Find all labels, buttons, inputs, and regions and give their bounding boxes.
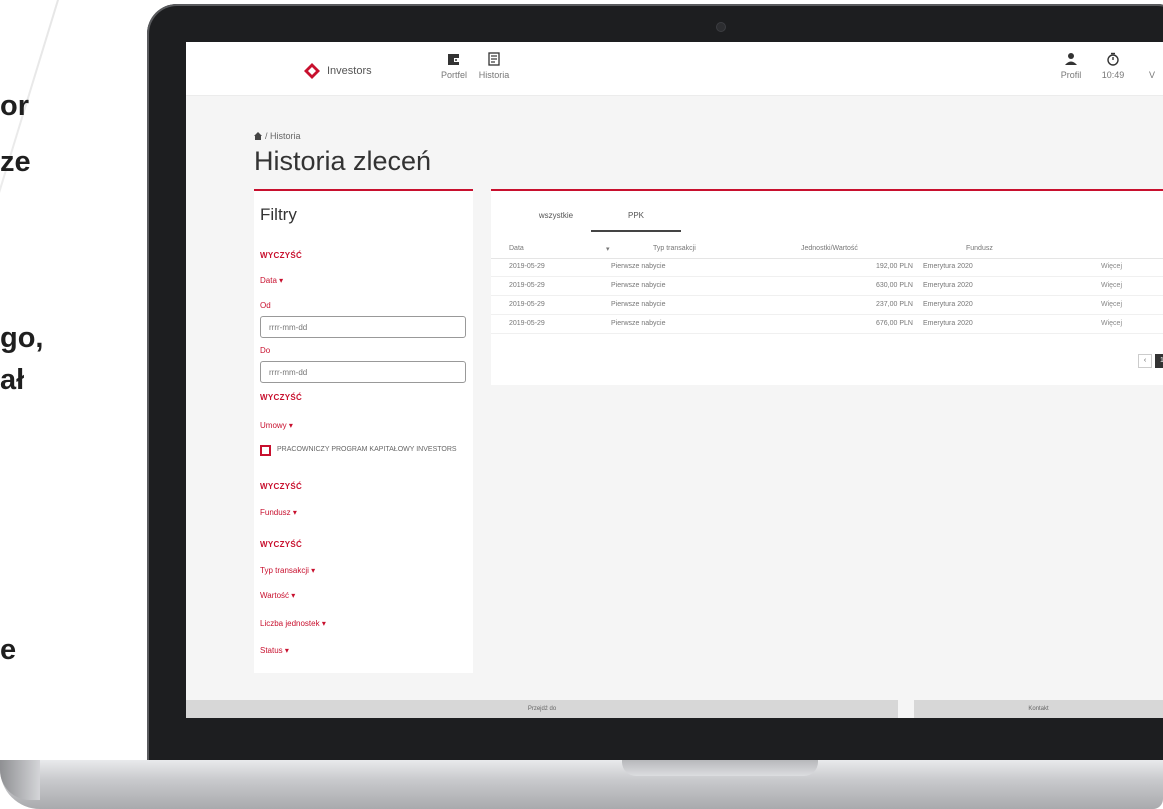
tab-ppk[interactable]: PPK	[591, 211, 681, 232]
row-fund: Emerytura 2020	[923, 320, 973, 327]
column-fund[interactable]: Fundusz	[966, 245, 993, 252]
row-type: Pierwsze nabycie	[611, 263, 666, 270]
laptop-notch	[622, 760, 818, 776]
page: { "side_text": { "line1": "or", "line2":…	[0, 0, 1163, 809]
row-fund: Emerytura 2020	[923, 301, 973, 308]
wallet-icon	[448, 54, 460, 65]
footer-contact[interactable]: Kontakt	[914, 700, 1163, 718]
profile-button[interactable]: Profil	[1056, 52, 1086, 80]
agreements-filter-toggle[interactable]: Umowy ▾	[260, 421, 293, 430]
row-type: Pierwsze nabycie	[611, 301, 666, 308]
units-filter-toggle[interactable]: Liczba jednostek ▾	[260, 619, 326, 628]
breadcrumb-current: / Historia	[265, 131, 301, 141]
row-date: 2019-05-29	[509, 282, 545, 289]
slide-text-line-2: ze	[0, 146, 31, 178]
row-date: 2019-05-29	[509, 320, 545, 327]
profile-label: Profil	[1060, 70, 1082, 80]
agreement-checkbox-label: PRACOWNICZY PROGRAM KAPITAŁOWY INVESTORS	[277, 446, 457, 453]
logo[interactable]: Investors	[303, 62, 372, 80]
nav-item-label: Historia	[478, 70, 510, 80]
table-row: 2019-05-29 Pierwsze nabycie 192,00 PLN E…	[491, 259, 1163, 277]
row-value: 630,00 PLN	[876, 282, 913, 289]
logo-text: Investors	[327, 65, 372, 77]
column-date[interactable]: Data	[509, 245, 524, 252]
date-to-input[interactable]	[260, 361, 466, 383]
laptop-base	[0, 760, 1163, 809]
filters-title: Filtry	[260, 205, 297, 224]
clear-agreements-button[interactable]: WYCZYŚĆ	[260, 482, 302, 491]
slide-text-line-4: ał	[0, 364, 25, 396]
clear-filters-button[interactable]: WYCZYŚĆ	[260, 251, 302, 260]
slide-text-line-3: go,	[0, 322, 44, 354]
pagination: ‹ 1	[1138, 354, 1163, 368]
logout-button[interactable]: V	[1142, 70, 1162, 80]
sort-icon[interactable]: ▾	[606, 245, 610, 253]
date-filter-toggle[interactable]: Data ▾	[260, 276, 283, 285]
row-fund: Emerytura 2020	[923, 263, 973, 270]
filters-panel: Filtry WYCZYŚĆ Data ▾ Od Do WYCZYŚĆ Umow…	[254, 189, 473, 673]
agreement-checkbox[interactable]	[260, 445, 271, 456]
timer-label: 10:49	[1101, 70, 1125, 80]
laptop-base-edge	[0, 760, 40, 800]
table-row: 2019-05-29 Pierwsze nabycie 630,00 PLN E…	[491, 278, 1163, 296]
row-more-link[interactable]: Więcej	[1101, 301, 1122, 308]
results-panel: wszystkie PPK Data ▾ Typ transakcji Jedn…	[491, 189, 1163, 385]
row-value: 192,00 PLN	[876, 263, 913, 270]
date-from-label: Od	[260, 301, 271, 310]
clear-date-button[interactable]: WYCZYŚĆ	[260, 393, 302, 402]
row-more-link[interactable]: Więcej	[1101, 263, 1122, 270]
column-transaction-type[interactable]: Typ transakcji	[653, 245, 696, 252]
tab-all[interactable]: wszystkie	[511, 211, 601, 230]
slide-text-line-5: e	[0, 634, 17, 666]
logo-mark-icon	[304, 63, 320, 79]
previous-page-button[interactable]: ‹	[1138, 354, 1152, 368]
row-type: Pierwsze nabycie	[611, 320, 666, 327]
date-from-input[interactable]	[260, 316, 466, 338]
clear-fund-button[interactable]: WYCZYŚĆ	[260, 540, 302, 549]
table-row: 2019-05-29 Pierwsze nabycie 237,00 PLN E…	[491, 297, 1163, 315]
document-icon	[488, 52, 500, 66]
breadcrumb: / Historia	[254, 131, 301, 141]
fund-filter-toggle[interactable]: Fundusz ▾	[260, 508, 297, 517]
laptop-screen: Investors Portfel Historia Profil 10:49 …	[186, 42, 1163, 718]
row-type: Pierwsze nabycie	[611, 282, 666, 289]
footer-goto[interactable]: Przejdź do	[186, 700, 898, 718]
row-value: 676,00 PLN	[876, 320, 913, 327]
logout-label: V	[1148, 70, 1155, 80]
camera-icon	[716, 22, 726, 32]
status-filter-toggle[interactable]: Status ▾	[260, 646, 289, 655]
home-icon[interactable]	[254, 132, 262, 140]
value-filter-toggle[interactable]: Wartość ▾	[260, 591, 295, 600]
row-fund: Emerytura 2020	[923, 282, 973, 289]
nav-item-historia[interactable]: Historia	[464, 52, 524, 80]
column-value[interactable]: Jednostki/Wartość	[801, 245, 858, 252]
table-header: Data ▾ Typ transakcji Jednostki/Wartość …	[491, 241, 1163, 259]
date-to-label: Do	[260, 346, 271, 355]
row-more-link[interactable]: Więcej	[1101, 320, 1122, 327]
page-title: Historia zleceń	[254, 146, 432, 176]
top-navigation-bar: Investors Portfel Historia Profil 10:49 …	[186, 42, 1163, 96]
transaction-type-filter-toggle[interactable]: Typ transakcji ▾	[260, 566, 315, 575]
session-timer: 10:49	[1098, 52, 1128, 80]
row-value: 237,00 PLN	[876, 301, 913, 308]
timer-icon	[1107, 52, 1119, 66]
slide-text-line-1: or	[0, 90, 29, 122]
page-1-button[interactable]: 1	[1155, 354, 1163, 368]
row-more-link[interactable]: Więcej	[1101, 282, 1122, 289]
user-icon	[1065, 53, 1077, 65]
table-row: 2019-05-29 Pierwsze nabycie 676,00 PLN E…	[491, 316, 1163, 334]
row-date: 2019-05-29	[509, 263, 545, 270]
row-date: 2019-05-29	[509, 301, 545, 308]
